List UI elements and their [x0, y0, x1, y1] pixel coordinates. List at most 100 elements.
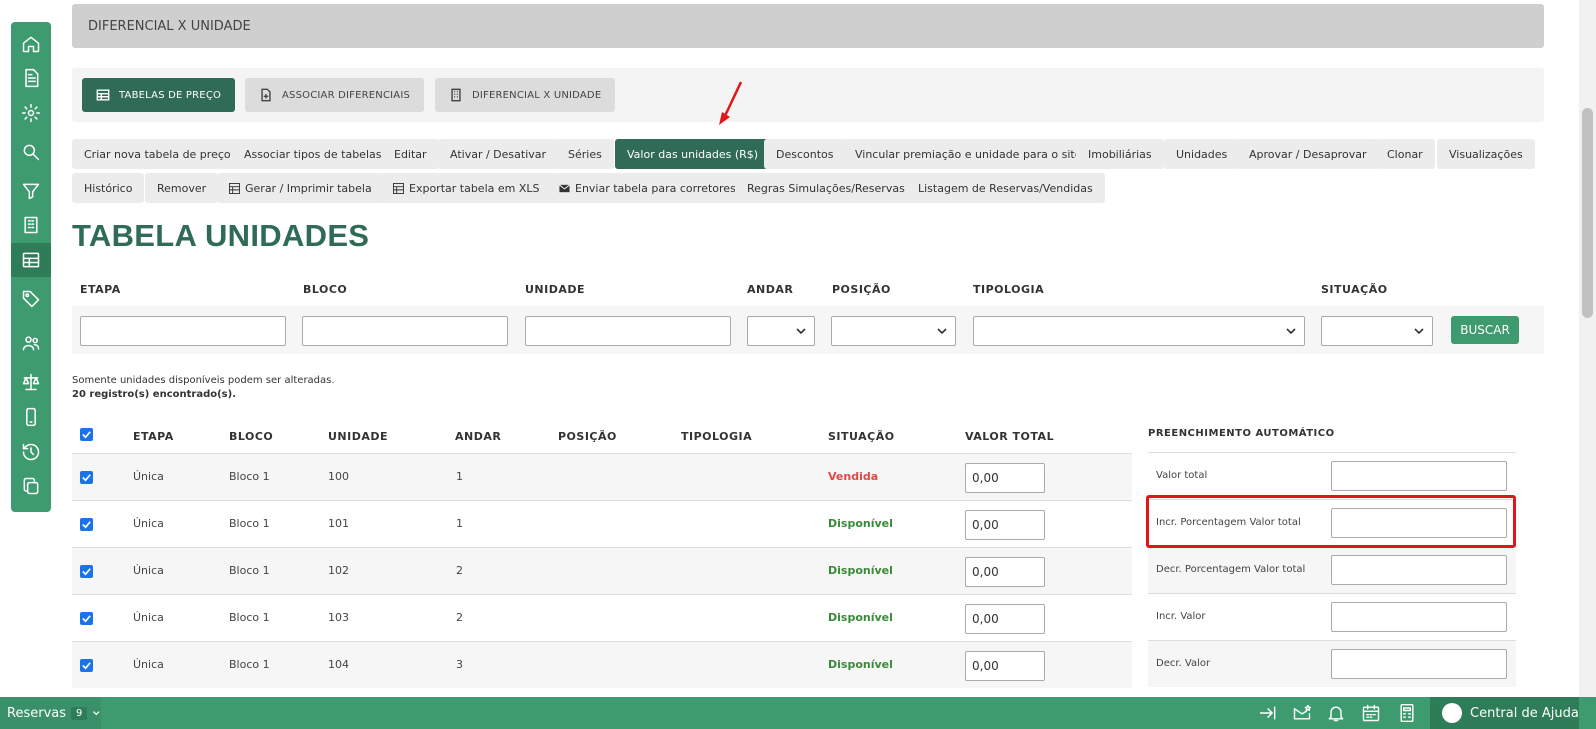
filter-bloco-input[interactable]	[302, 316, 508, 346]
sidebar-settings[interactable]	[11, 96, 51, 130]
sidebar-search[interactable]	[11, 135, 51, 169]
scroll-thumb[interactable]	[1582, 108, 1593, 318]
tab-diferencial-x-unidade[interactable]: DIFERENCIAL X UNIDADE	[435, 78, 616, 112]
sidebar-tags[interactable]	[11, 282, 51, 316]
btn-regras-simulacoes[interactable]: Regras Simulações/Reservas	[735, 173, 917, 203]
help-center-button[interactable]: Central de Ajuda	[1430, 697, 1579, 729]
search-button[interactable]: BUSCAR	[1451, 316, 1519, 344]
btn-associar-tipos[interactable]: Associar tipos de tabelas	[232, 139, 394, 169]
btn-label: Aprovar / Desaprovar	[1249, 147, 1367, 161]
cell-andar: 2	[456, 564, 463, 577]
calendar-icon[interactable]	[1361, 703, 1381, 723]
btn-criar-tabela[interactable]: Criar nova tabela de preço	[72, 139, 243, 169]
filter-andar-select[interactable]	[747, 316, 815, 346]
filter-etapa-input[interactable]	[80, 316, 286, 346]
mail-star-icon[interactable]	[1292, 703, 1312, 723]
btn-valor-unidades[interactable]: Valor das unidades (R$)	[615, 139, 771, 169]
cell-bloco: Bloco 1	[229, 658, 270, 671]
btn-imobiliarias[interactable]: Imobiliárias	[1076, 139, 1164, 169]
auto-incr-valor-input[interactable]	[1331, 602, 1507, 632]
btn-label: Exportar tabela em XLS	[409, 181, 540, 195]
table-row: Única Bloco 1 100 1 Vendida 0,00	[72, 453, 1132, 500]
btn-label: Séries	[568, 147, 602, 161]
filter-posicao-select[interactable]	[831, 316, 956, 346]
btn-exportar-xls[interactable]: Exportar tabela em XLS	[381, 173, 552, 203]
btn-aprovar-desaprovar[interactable]: Aprovar / Desaprovar	[1237, 139, 1379, 169]
col-header-andar: ANDAR	[455, 430, 502, 443]
filter-situacao-select[interactable]	[1321, 316, 1433, 346]
cell-unidade: 104	[328, 658, 349, 671]
reservas-count-badge: 9	[71, 706, 88, 720]
chevron-down-icon	[93, 711, 100, 716]
scrollbar[interactable]	[1579, 0, 1596, 697]
cell-etapa: Única	[133, 470, 164, 483]
cell-etapa: Única	[133, 564, 164, 577]
sidebar-mobile[interactable]	[11, 400, 51, 434]
btn-listagem-reservas[interactable]: Listagem de Reservas/Vendidas	[906, 173, 1105, 203]
btn-historico[interactable]: Histórico	[72, 173, 145, 203]
table-row: Única Bloco 1 101 1 Disponível 0,00	[72, 500, 1132, 547]
valor-total-input[interactable]: 0,00	[965, 510, 1045, 540]
cell-bloco: Bloco 1	[229, 564, 270, 577]
sidebar-copy[interactable]	[11, 469, 51, 503]
cell-bloco: Bloco 1	[229, 517, 270, 530]
tab-associar-diferenciais[interactable]: ASSOCIAR DIFERENCIAIS	[245, 78, 425, 112]
select-all-checkbox[interactable]	[80, 428, 93, 441]
valor-total-input[interactable]: 0,00	[965, 604, 1045, 634]
valor-total-input[interactable]: 0,00	[965, 651, 1045, 681]
bell-icon[interactable]	[1326, 703, 1346, 723]
btn-remover[interactable]: Remover	[145, 173, 219, 203]
filter-label-situacao: SITUAÇÃO	[1321, 283, 1388, 296]
btn-label: Histórico	[84, 181, 133, 195]
row-checkbox[interactable]	[80, 565, 93, 578]
sidebar-home[interactable]	[11, 27, 51, 61]
row-checkbox[interactable]	[80, 612, 93, 625]
row-checkbox[interactable]	[80, 518, 93, 531]
calculator-icon[interactable]	[1397, 703, 1417, 723]
filter-label-etapa: ETAPA	[80, 283, 121, 296]
sidebar-building[interactable]	[11, 208, 51, 242]
reservas-dropdown[interactable]: Reservas 9	[0, 697, 101, 729]
btn-ativar-desativar[interactable]: Ativar / Desativar	[438, 139, 559, 169]
chevron-down-icon	[937, 328, 947, 335]
btn-vincular-premiacao[interactable]: Vincular premiação e unidade para o site	[843, 139, 1094, 169]
logout-icon[interactable]	[1258, 703, 1278, 723]
btn-label: Clonar	[1387, 147, 1423, 161]
btn-enviar-corretores[interactable]: Enviar tabela para corretores	[547, 173, 748, 203]
sidebar-history[interactable]	[11, 435, 51, 469]
btn-clonar[interactable]: Clonar	[1375, 139, 1435, 169]
tab-tabelas-de-preco[interactable]: TABELAS DE PREÇO	[82, 78, 236, 112]
sidebar-legal[interactable]	[11, 365, 51, 399]
filter-label-bloco: BLOCO	[303, 283, 348, 296]
cell-andar: 1	[456, 470, 463, 483]
auto-fill-title: PREENCHIMENTO AUTOMÁTICO	[1148, 428, 1335, 439]
sidebar-table[interactable]	[11, 243, 51, 277]
valor-total-input[interactable]: 0,00	[965, 557, 1045, 587]
help-label: Central de Ajuda	[1470, 705, 1579, 721]
filter-tipologia-select[interactable]	[973, 316, 1305, 346]
check-icon	[82, 615, 91, 623]
row-checkbox[interactable]	[80, 471, 93, 484]
document-icon	[25, 68, 39, 88]
annotation-highlight-box	[1146, 495, 1516, 548]
btn-label: Criar nova tabela de preço	[84, 147, 231, 161]
auto-fill-row: Incr. Valor	[1148, 593, 1516, 640]
btn-series[interactable]: Séries	[556, 139, 614, 169]
cell-situacao: Disponível	[828, 658, 893, 671]
btn-gerar-imprimir[interactable]: Gerar / Imprimir tabela	[217, 173, 384, 203]
auto-decr-porcentagem-input[interactable]	[1331, 555, 1507, 585]
btn-visualizacoes[interactable]: Visualizações	[1437, 139, 1535, 169]
annotation-arrow-icon	[719, 81, 743, 125]
btn-label: Vincular premiação e unidade para o site	[855, 147, 1082, 161]
sidebar-filter[interactable]	[11, 174, 51, 208]
auto-valor-total-input[interactable]	[1331, 461, 1507, 491]
btn-editar[interactable]: Editar	[382, 139, 439, 169]
btn-descontos[interactable]: Descontos	[764, 139, 846, 169]
valor-total-input[interactable]: 0,00	[965, 463, 1045, 493]
btn-unidades[interactable]: Unidades	[1164, 139, 1240, 169]
sidebar-users[interactable]	[11, 326, 51, 360]
auto-decr-valor-input[interactable]	[1331, 649, 1507, 679]
row-checkbox[interactable]	[80, 659, 93, 672]
filter-unidade-input[interactable]	[525, 316, 731, 346]
sidebar-documents[interactable]	[11, 61, 51, 95]
